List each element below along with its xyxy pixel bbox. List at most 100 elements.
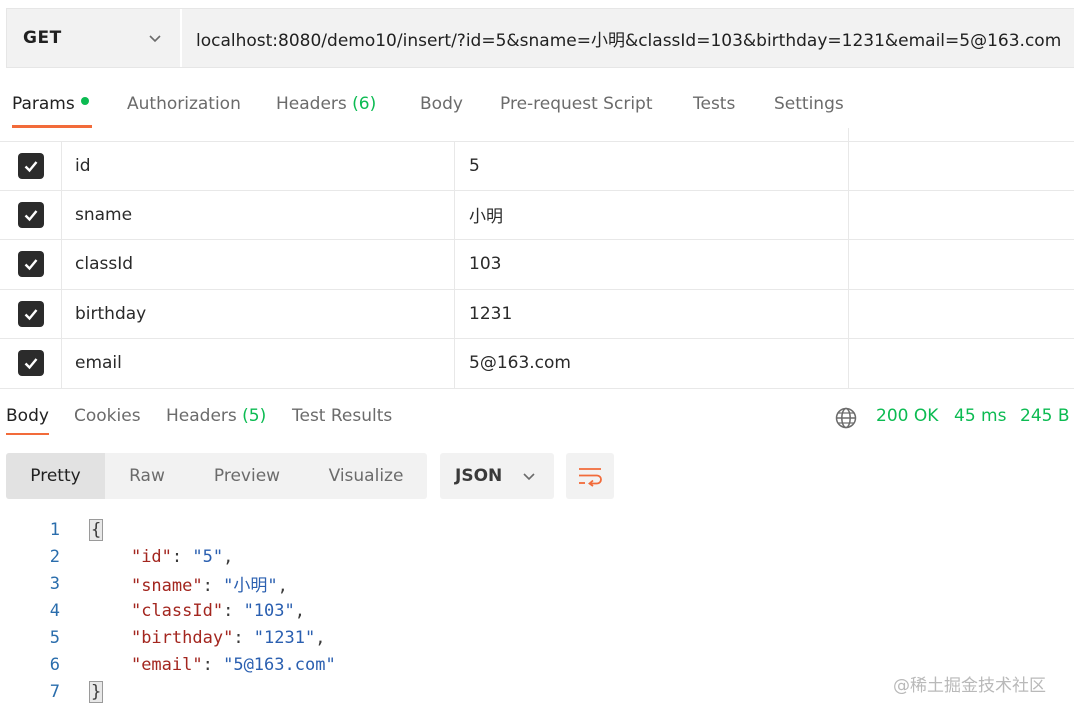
tab-body[interactable]: Body <box>420 82 463 126</box>
tab-settings-label: Settings <box>774 94 844 114</box>
preview-button[interactable]: Preview <box>189 453 305 499</box>
tab-tests-label: Tests <box>693 94 736 114</box>
pretty-button[interactable]: Pretty <box>6 453 105 499</box>
param-checkbox[interactable] <box>17 350 44 377</box>
tab-response-headers[interactable]: Headers (5) <box>166 406 266 426</box>
method-label: GET <box>23 28 62 48</box>
param-value[interactable]: 5 <box>455 142 849 190</box>
response-tabs: Body Cookies Headers (5) Test Results 20… <box>0 398 1074 438</box>
tab-tests[interactable]: Tests <box>693 82 735 126</box>
params-active-dot <box>80 97 89 105</box>
json-value: "103" <box>243 600 295 621</box>
params-table: id 5 sname 小明 classId 103 birthday 1231 <box>0 141 1074 389</box>
param-key[interactable]: sname <box>62 190 455 239</box>
chevron-down-icon <box>149 35 161 43</box>
json-value: "1231" <box>253 627 316 648</box>
param-value[interactable]: 103 <box>455 240 849 289</box>
language-label: JSON <box>455 466 503 486</box>
param-key[interactable]: id <box>62 142 455 190</box>
response-time[interactable]: 45 ms <box>954 406 1006 426</box>
tab-test-results[interactable]: Test Results <box>292 406 392 426</box>
json-key: "email" <box>130 654 203 675</box>
checkbox-cell <box>0 240 62 289</box>
code-line: 1 { <box>0 516 900 543</box>
chevron-down-icon <box>523 473 535 481</box>
json-value: "5" <box>192 546 224 567</box>
line-number: 3 <box>49 573 60 594</box>
tab-headers-label: Headers <box>276 94 347 114</box>
line-number: 5 <box>49 627 60 648</box>
tab-cookies[interactable]: Cookies <box>74 406 141 426</box>
param-description[interactable] <box>849 290 1074 339</box>
column-divider <box>848 128 849 141</box>
json-value: "5@163.com" <box>223 654 336 675</box>
code-line: 6 "email": "5@163.com" <box>0 651 900 678</box>
line-number: 7 <box>49 681 60 702</box>
request-bar: GET localhost:8080/demo10/insert/?id=5&s… <box>6 8 1074 68</box>
tab-response-body[interactable]: Body <box>6 406 49 435</box>
param-value[interactable]: 1231 <box>455 289 849 338</box>
url-input[interactable]: localhost:8080/demo10/insert/?id=5&sname… <box>182 9 1074 67</box>
wrap-lines-button[interactable] <box>566 453 614 499</box>
code-line: 2 "id": "5", <box>0 543 900 570</box>
table-row: id 5 <box>0 141 1074 191</box>
table-row: sname 小明 <box>0 190 1074 240</box>
table-row: email 5@163.com <box>0 339 1074 389</box>
tab-response-headers-count: (5) <box>242 406 267 426</box>
tab-pre-request-script[interactable]: Pre-request Script <box>500 82 653 126</box>
checkbox-cell <box>0 142 62 190</box>
globe-icon[interactable] <box>834 406 858 430</box>
language-select[interactable]: JSON <box>440 453 554 499</box>
tab-response-headers-label: Headers <box>166 406 237 426</box>
tab-params-label: Params <box>12 94 75 114</box>
param-description[interactable] <box>849 240 1074 289</box>
visualize-button[interactable]: Visualize <box>305 453 427 499</box>
check-icon <box>24 308 37 321</box>
tab-params[interactable]: Params <box>12 82 92 128</box>
param-key[interactable]: classId <box>62 240 455 289</box>
param-description[interactable] <box>849 191 1074 240</box>
check-icon <box>24 259 37 271</box>
code-line: 4 "classId": "103", <box>0 597 900 624</box>
checkbox-cell <box>0 289 62 338</box>
check-icon <box>24 209 37 222</box>
tab-headers[interactable]: Headers (6) <box>276 82 376 126</box>
close-brace: } <box>88 680 104 703</box>
watermark: @稀土掘金技术社区 <box>893 676 1046 696</box>
param-key[interactable]: birthday <box>62 289 455 338</box>
json-key: "classId" <box>130 600 224 621</box>
line-number: 2 <box>49 546 60 567</box>
checkbox-cell <box>0 190 62 239</box>
json-key: "id" <box>130 546 172 567</box>
tab-authorization[interactable]: Authorization <box>127 82 241 126</box>
param-key[interactable]: email <box>62 339 455 388</box>
code-line: 3 "sname": "小明", <box>0 570 900 597</box>
response-size[interactable]: 245 B <box>1020 406 1070 426</box>
param-checkbox[interactable] <box>17 152 44 179</box>
param-description[interactable] <box>849 339 1074 388</box>
method-select[interactable]: GET <box>7 9 180 67</box>
format-toggle-group: Pretty Raw Preview Visualize <box>6 453 427 499</box>
json-separator: , <box>223 546 234 567</box>
json-separator: , <box>315 627 326 648</box>
param-description[interactable] <box>849 142 1074 190</box>
table-row: classId 103 <box>0 240 1074 290</box>
json-key: "sname" <box>130 576 203 596</box>
open-brace: { <box>88 518 104 541</box>
tab-settings[interactable]: Settings <box>774 82 844 126</box>
wrap-lines-icon <box>579 468 602 487</box>
raw-button[interactable]: Raw <box>105 453 189 499</box>
json-separator: , <box>277 576 288 596</box>
tab-pre-request-script-label: Pre-request Script <box>500 94 653 114</box>
response-code-editor[interactable]: 1 { 2 "id": "5", 3 "sname": "小明", 4 "cla… <box>0 516 900 705</box>
json-separator: , <box>294 600 305 621</box>
code-line: 5 "birthday": "1231", <box>0 624 900 651</box>
param-checkbox[interactable] <box>17 251 44 278</box>
param-value[interactable]: 小明 <box>455 190 849 239</box>
param-value[interactable]: 5@163.com <box>455 339 849 388</box>
param-checkbox[interactable] <box>17 201 44 228</box>
table-row: birthday 1231 <box>0 289 1074 339</box>
status-code[interactable]: 200 OK <box>876 406 938 426</box>
check-icon <box>24 160 37 173</box>
param-checkbox[interactable] <box>17 300 44 327</box>
